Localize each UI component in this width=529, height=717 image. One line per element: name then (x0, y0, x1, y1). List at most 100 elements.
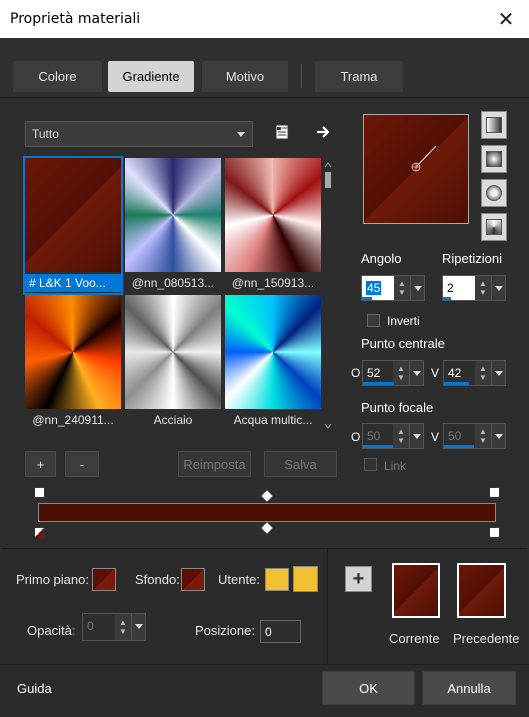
focal-h-slider[interactable] (363, 445, 393, 448)
apply-arrow-button[interactable] (311, 121, 335, 143)
add-stop-button[interactable]: + (25, 451, 56, 477)
spin-arrows-icon[interactable]: ▲ ▼ (475, 276, 491, 300)
gradient-swatch (225, 158, 321, 272)
gradient-thumb[interactable]: # L&K 1 Voo... (23, 156, 123, 295)
center-point-label: Punto centrale (361, 336, 445, 351)
panel-divider (327, 549, 328, 664)
ok-button[interactable]: OK (322, 671, 415, 705)
style-sunburst-button[interactable] (481, 213, 507, 241)
focal-h-dropdown-button[interactable] (409, 424, 423, 448)
gradient-thumb-label: @nn_240911... (32, 413, 114, 427)
sunburst-style-icon (486, 219, 502, 235)
focal-h-label: O (351, 430, 361, 444)
focal-v-slider[interactable] (444, 445, 474, 448)
user-swatch-small[interactable] (265, 568, 289, 591)
spin-arrows-icon[interactable]: ▲ ▼ (393, 361, 409, 385)
spin-arrows-icon[interactable]: ▲ ▼ (394, 276, 410, 300)
angle-dropdown-button[interactable] (410, 276, 424, 300)
gradient-thumb[interactable]: Acqua multic... (225, 295, 321, 430)
spin-arrows-icon[interactable]: ▲ ▼ (115, 614, 131, 640)
chevron-down-icon (237, 132, 245, 137)
center-h-dropdown-button[interactable] (409, 361, 423, 385)
current-label: Corrente (389, 631, 440, 646)
repeats-spinner[interactable]: 2 ▲ ▼ (442, 275, 506, 301)
repeats-slider[interactable] (443, 297, 451, 300)
gradient-swatch (125, 295, 221, 409)
center-h-slider[interactable] (363, 382, 394, 385)
opacity-label: Opacità: (27, 623, 76, 638)
opacity-spinner[interactable]: 0 ▲ ▼ (82, 613, 146, 641)
foreground-label: Primo piano: (16, 572, 89, 587)
add-swatch-button[interactable]: + (345, 566, 372, 592)
tab-motivo[interactable]: Motivo (202, 61, 288, 92)
repeats-label: Ripetizioni (442, 251, 502, 266)
help-link[interactable]: Guida (17, 681, 52, 696)
focal-v-dropdown-button[interactable] (491, 424, 505, 448)
invert-checkbox[interactable] (367, 314, 380, 327)
gradient-thumb-label: # L&K 1 Voo... (25, 274, 121, 292)
category-dropdown[interactable]: Tutto (25, 121, 253, 147)
gradient-preview[interactable] (363, 114, 469, 224)
color-stop-left[interactable] (34, 527, 45, 538)
style-linear-button[interactable] (481, 111, 507, 139)
arrow-right-icon (317, 126, 330, 138)
style-rectangular-button[interactable] (481, 145, 507, 173)
gradient-thumb[interactable]: @nn_080513... (125, 158, 221, 293)
center-v-slider[interactable] (444, 382, 469, 385)
foreground-swatch[interactable] (92, 568, 116, 591)
radial-style-icon (486, 185, 502, 201)
library-scrollbar[interactable] (322, 160, 334, 430)
previous-swatch[interactable] (457, 563, 506, 618)
library-icon (275, 124, 289, 140)
background-swatch[interactable] (181, 568, 205, 591)
position-input[interactable]: 0 (260, 620, 301, 643)
gradient-thumb[interactable]: Acciaio (125, 295, 221, 430)
linear-style-icon (486, 117, 502, 133)
category-value: Tutto (32, 127, 59, 141)
gradient-thumb-label: @nn_080513... (131, 276, 215, 290)
link-label: Link (384, 459, 407, 473)
tab-gradiente[interactable]: Gradiente (108, 61, 194, 92)
repeats-dropdown-button[interactable] (491, 276, 505, 300)
current-swatch (392, 563, 440, 618)
center-v-dropdown-button[interactable] (491, 361, 505, 385)
angle-slider[interactable] (362, 297, 372, 300)
window-title: Proprietà materiali (10, 11, 141, 27)
position-label: Posizione: (195, 623, 255, 638)
cancel-button[interactable]: Annulla (422, 671, 516, 705)
gradient-swatch (225, 295, 321, 409)
opacity-input[interactable]: 0 (83, 614, 115, 640)
save-button[interactable]: Salva (264, 451, 337, 477)
scrollbar-graphic (324, 162, 332, 429)
angle-label: Angolo (361, 251, 402, 266)
tab-divider (301, 64, 302, 88)
center-h-label: O (351, 366, 361, 380)
gradient-thumb-label: Acciaio (153, 413, 193, 427)
tab-colore[interactable]: Colore (13, 61, 102, 92)
center-v-label: V (431, 366, 440, 380)
spin-arrows-icon[interactable]: ▲ ▼ (475, 424, 491, 448)
angle-handle-icon (411, 145, 437, 172)
opacity-stop-left[interactable] (34, 487, 45, 498)
spin-arrows-icon[interactable]: ▲ ▼ (475, 361, 491, 385)
gradient-swatch (125, 158, 221, 272)
user-label: Utente: (218, 572, 260, 587)
reset-button[interactable]: Reimposta (178, 451, 251, 477)
opacity-dropdown-button[interactable] (131, 614, 145, 640)
tab-trama[interactable]: Trama (315, 61, 403, 92)
link-checkbox[interactable] (364, 458, 377, 471)
angle-value: 45 (366, 281, 382, 295)
library-browse-button[interactable] (270, 121, 294, 143)
style-radial-button[interactable] (481, 179, 507, 207)
gradient-swatch (25, 158, 121, 272)
spin-arrows-icon[interactable]: ▲ ▼ (393, 424, 409, 448)
remove-stop-button[interactable]: - (65, 451, 99, 477)
opacity-stop-right[interactable] (489, 487, 500, 498)
color-stop-right[interactable] (489, 527, 500, 538)
close-button[interactable]: ✕ (483, 0, 529, 38)
user-color-picker[interactable] (293, 566, 318, 592)
gradient-thumb[interactable]: @nn_240911... (25, 295, 121, 430)
gradient-thumb[interactable]: @nn_150913... (225, 158, 321, 293)
stop-properties-panel (2, 548, 527, 664)
gradient-bar[interactable] (38, 503, 496, 522)
